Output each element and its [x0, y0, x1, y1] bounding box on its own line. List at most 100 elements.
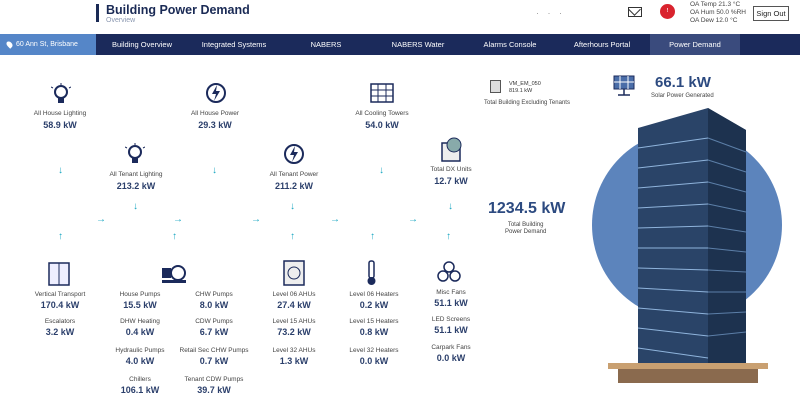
main-nav: 60 Ann St, Brisbane Building Overview In… [0, 34, 800, 55]
solar-power-value: 66.1 kW [655, 74, 711, 91]
vertical-transport-label: Vertical Transport [34, 291, 86, 298]
flow-arrow-down: ↓ [379, 165, 384, 176]
total-power-value: 1234.5 kW [488, 200, 566, 217]
tab-alarms-console[interactable]: Alarms Console [467, 34, 553, 55]
level-06-ahus-label: Level 06 AHUs [272, 291, 316, 298]
tab-afterhours-portal[interactable]: Afterhours Portal [556, 34, 648, 55]
led-screens-value: 51.1 kW [434, 325, 468, 335]
flow-arrow-down: ↓ [290, 201, 295, 212]
fans-icon [437, 261, 461, 282]
cdw-pumps-label: CDW Pumps [195, 318, 233, 325]
building-illustration [608, 108, 768, 383]
outdoor-dewpoint: OA Dew 12.0 °C [690, 17, 738, 24]
flow-arrow-up: ↑ [370, 231, 375, 242]
level-15-ahus-label: Level 15 AHUs [272, 318, 316, 325]
all-house-power-label: All House Power [190, 110, 240, 117]
retail-sec-chw-pumps-value: 0.7 kW [199, 356, 229, 366]
total-dx-units-value: 12.7 kW [434, 176, 468, 186]
carpark-fans-label: Carpark Fans [431, 344, 471, 351]
flow-arrow-right: → [96, 214, 106, 225]
led-screens-label: LED Screens [431, 316, 471, 323]
flow-arrow-up: ↑ [58, 231, 63, 242]
tenant-cdw-pumps-label: Tenant CDW Pumps [184, 376, 244, 383]
meter-value: 819.1 kW [509, 88, 533, 94]
location-selector[interactable]: 60 Ann St, Brisbane [0, 34, 96, 55]
all-house-lighting-value: 58.9 kW [43, 120, 77, 130]
power-icon [206, 83, 226, 103]
all-tenant-lighting-value: 213.2 kW [116, 181, 156, 191]
total-dx-units-label: Total DX Units [430, 166, 472, 173]
flow-arrow-up: ↑ [290, 231, 295, 242]
sign-out-button[interactable]: Sign Out [753, 6, 789, 21]
outdoor-humidity: OA Hum 50.0 %RH [690, 9, 746, 16]
light-bulb-icon [125, 143, 145, 163]
chw-pumps-label: CHW Pumps [195, 291, 233, 298]
outdoor-temp: OA Temp 21.3 °C [690, 1, 741, 8]
hydraulic-pumps-value: 4.0 kW [125, 356, 155, 366]
ahu-icon [283, 260, 305, 286]
misc-fans-value: 51.1 kW [434, 298, 468, 308]
carpark-fans-value: 0.0 kW [436, 353, 466, 363]
cooling-tower-icon [370, 83, 394, 103]
all-cooling-towers-label: All Cooling Towers [355, 110, 409, 117]
level-15-ahus-value: 73.2 kW [277, 327, 311, 337]
tab-nabers[interactable]: NABERS [283, 34, 369, 55]
level-06-heaters-label: Level 06 Heaters [349, 291, 399, 298]
house-pumps-value: 15.5 kW [123, 300, 157, 310]
all-tenant-power-value: 211.2 kW [274, 181, 314, 191]
meter-label: Total Building Excluding Tenants [484, 100, 570, 106]
all-cooling-towers-value: 54.0 kW [365, 120, 399, 130]
solar-panel-icon [613, 75, 635, 96]
escalators-value: 3.2 kW [45, 327, 75, 337]
power-icon [284, 144, 304, 164]
vertical-transport-value: 170.4 kW [40, 300, 80, 310]
tenant-cdw-pumps-value: 39.7 kW [197, 385, 231, 395]
weather-readout: OA Temp 21.3 °C OA Hum 50.0 %RH OA Dew 1… [690, 1, 746, 25]
flow-arrow-right: → [173, 214, 183, 225]
alarm-icon[interactable]: ! [660, 4, 675, 19]
dhw-heating-label: DHW Heating [120, 318, 160, 325]
level-32-ahus-value: 1.3 kW [279, 356, 309, 366]
level-32-ahus-label: Level 32 AHUs [272, 347, 316, 354]
flow-arrow-right: → [330, 214, 340, 225]
escalators-label: Escalators [44, 318, 76, 325]
light-bulb-icon [51, 83, 71, 103]
all-house-power-value: 29.3 kW [198, 120, 232, 130]
tab-building-overview[interactable]: Building Overview [98, 34, 186, 55]
level-06-heaters-value: 0.2 kW [359, 300, 389, 310]
all-tenant-lighting-label: All Tenant Lighting [109, 171, 163, 178]
level-15-heaters-value: 0.8 kW [359, 327, 389, 337]
tab-nabers-water[interactable]: NABERS Water [372, 34, 464, 55]
meter-name: VM_EM_050 [509, 81, 541, 87]
chillers-value: 106.1 kW [120, 385, 160, 395]
total-power-label-line2: Power Demand [505, 229, 547, 235]
total-power-label: Total Building Power Demand [505, 222, 546, 236]
mail-icon[interactable] [628, 7, 642, 17]
flow-arrow-right: → [408, 214, 418, 225]
level-32-heaters-label: Level 32 Heaters [349, 347, 399, 354]
tab-power-demand[interactable]: Power Demand [650, 34, 740, 55]
house-pumps-label: House Pumps [119, 291, 161, 298]
all-house-lighting-label: All House Lighting [33, 110, 87, 117]
level-15-heaters-label: Level 15 Heaters [349, 318, 399, 325]
level-32-heaters-value: 0.0 kW [359, 356, 389, 366]
flow-arrow-down: ↓ [212, 165, 217, 176]
total-power-label-line1: Total Building [507, 222, 544, 228]
flow-arrow-up: ↑ [172, 231, 177, 242]
thermometer-icon [367, 260, 376, 285]
solar-power-label: Solar Power Generated [651, 93, 714, 99]
meter-icon [490, 80, 501, 93]
page-subtitle: Overview [106, 17, 136, 24]
dx-unit-icon [441, 137, 462, 162]
flow-arrow-down: ↓ [58, 165, 63, 176]
tab-integrated-systems[interactable]: Integrated Systems [188, 34, 280, 55]
level-06-ahus-value: 27.4 kW [277, 300, 311, 310]
flow-arrow-down: ↓ [133, 201, 138, 212]
dhw-heating-value: 0.4 kW [125, 327, 155, 337]
misc-fans-label: Misc Fans [436, 289, 466, 296]
flow-arrow-right: → [251, 214, 261, 225]
chillers-label: Chillers [129, 376, 151, 383]
flow-arrow-up: ↑ [446, 231, 451, 242]
elevator-icon [48, 262, 70, 286]
hydraulic-pumps-label: Hydraulic Pumps [115, 347, 165, 354]
